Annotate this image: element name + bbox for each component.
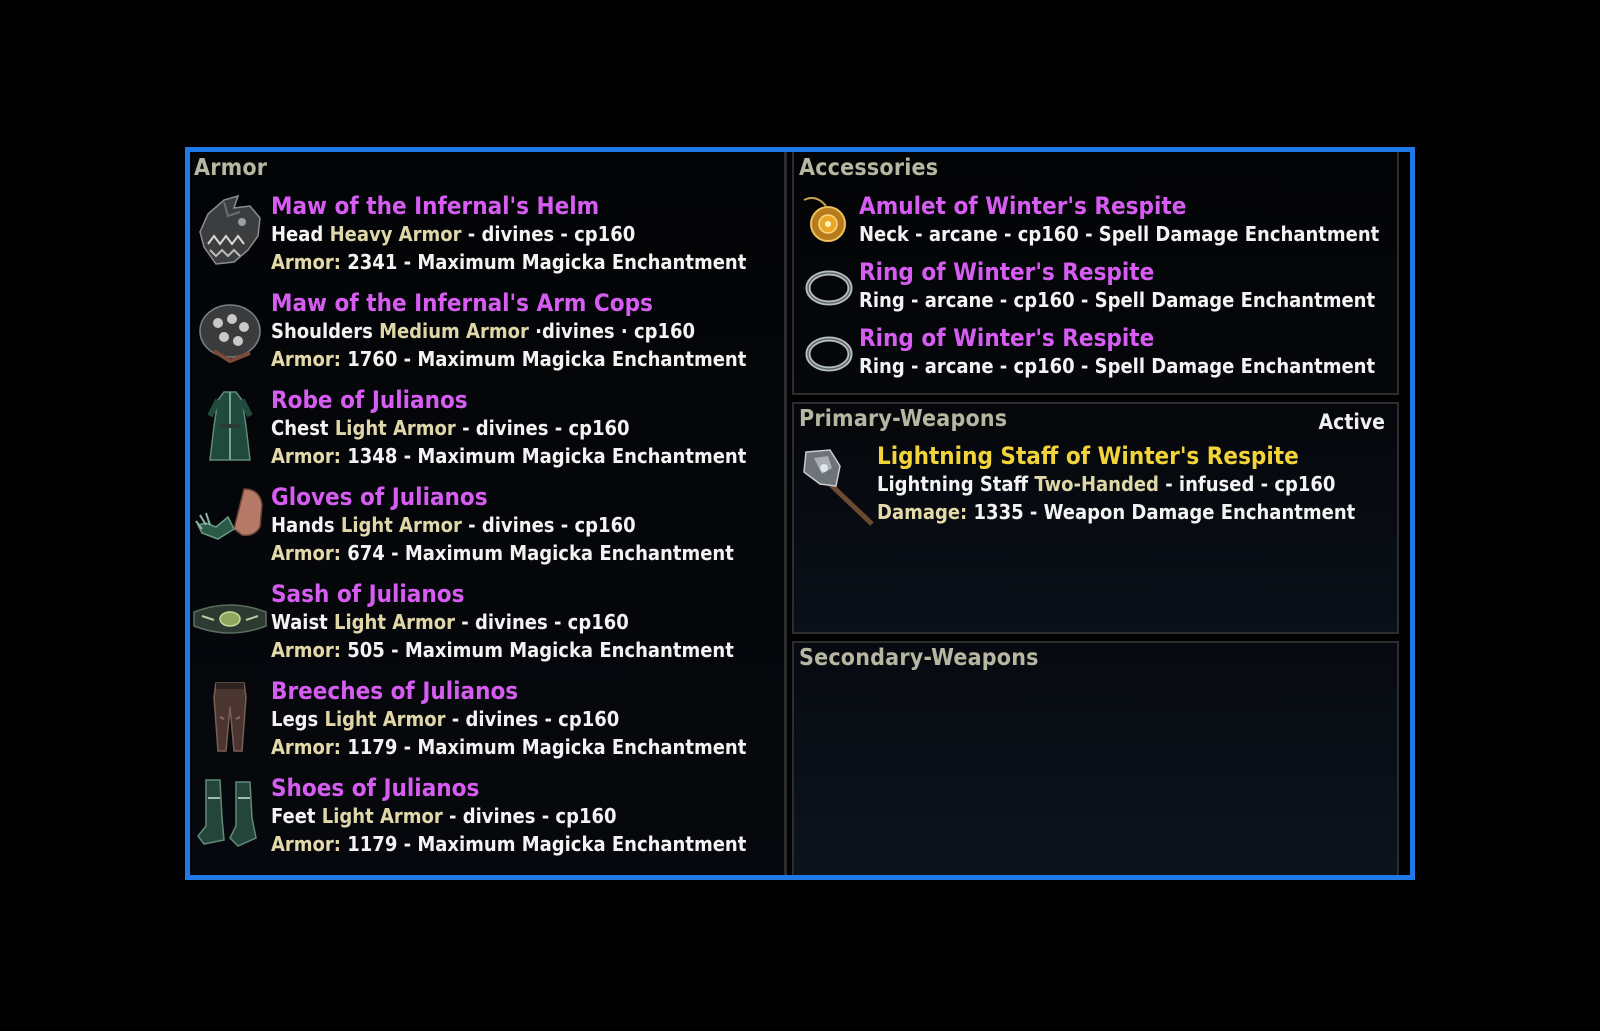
item-stat-text: 1179 - Maximum Magicka Enchantment — [347, 832, 747, 856]
item-stat-line: Armor: 674 - Maximum Magicka Enchantment — [271, 541, 734, 565]
armor-panel: Armor Maw of the Infernal's Helm Head He… — [190, 152, 787, 875]
robe-icon — [194, 386, 266, 466]
item-stat-line: Armor: 1760 - Maximum Magicka Enchantmen… — [271, 347, 746, 371]
item-type-line: Lightning Staff Two-Handed - infused - c… — [877, 472, 1335, 496]
item-name: Robe of Julianos — [271, 386, 468, 414]
item-stat-label: Armor: — [271, 444, 341, 468]
item-stat-label: Damage: — [877, 500, 968, 524]
item-stat-text: 1179 - Maximum Magicka Enchantment — [347, 735, 747, 759]
item-name: Amulet of Winter's Respite — [859, 192, 1187, 220]
item-weight: Light Armor — [334, 416, 456, 440]
secondary-weapons-panel: Secondary-Weapons — [792, 641, 1399, 875]
primary-weapons-panel: Primary-Weapons Active Lightning Staff o… — [792, 402, 1399, 634]
item-stat-line: Damage: 1335 - Weapon Damage Enchantment — [877, 500, 1355, 524]
item-stat-text: 505 - Maximum Magicka Enchantment — [347, 638, 734, 662]
shoes-icon — [194, 774, 266, 854]
item-slot: Chest — [271, 416, 329, 440]
armor-section-title: Armor — [194, 155, 268, 181]
item-weight: Medium Armor — [379, 319, 529, 343]
item-slot: Hands — [271, 513, 335, 537]
primary-weapons-section-title: Primary-Weapons — [799, 406, 1008, 432]
item-trait-cp: - divines - cp160 — [468, 513, 636, 537]
item-trait-cp: - divines - cp160 — [451, 707, 620, 731]
item-trait-cp: ·divines · cp160 — [535, 319, 696, 343]
secondary-weapons-section-title: Secondary-Weapons — [799, 645, 1039, 671]
item-stat-label: Armor: — [271, 250, 341, 274]
item-trait-cp: - divines - cp160 — [461, 610, 629, 634]
accessories-section-title: Accessories — [799, 155, 939, 181]
item-slot: Head — [271, 222, 324, 246]
item-weight: Light Armor — [340, 513, 462, 537]
item-stat-text: 1335 - Weapon Damage Enchantment — [973, 500, 1356, 524]
item-type-line: Head Heavy Armor - divines - cp160 — [271, 222, 635, 246]
item-type-line: Hands Light Armor - divines - cp160 — [271, 513, 636, 537]
item-trait-cp: - divines - cp160 — [449, 804, 617, 828]
accessories-panel: Accessories Amulet of Winter's Respite N… — [792, 152, 1399, 395]
item-name: Shoes of Julianos — [271, 774, 480, 802]
item-slot: Waist — [271, 610, 328, 634]
item-name: Maw of the Infernal's Arm Cops — [271, 289, 653, 317]
item-name: Sash of Julianos — [271, 580, 465, 608]
item-name: Breeches of Julianos — [271, 677, 519, 705]
item-stat-label: Armor: — [271, 541, 341, 565]
item-slot: Shoulders — [271, 319, 373, 343]
item-trait-cp: - infused - cp160 — [1165, 472, 1336, 496]
gloves-icon — [194, 483, 266, 563]
item-type-line: Feet Light Armor - divines - cp160 — [271, 804, 617, 828]
item-weight: Heavy Armor — [329, 222, 462, 246]
item-line: Ring - arcane - cp160 - Spell Damage Enc… — [859, 288, 1376, 312]
item-stat-line: Armor: 1179 - Maximum Magicka Enchantmen… — [271, 832, 746, 856]
item-stat-label: Armor: — [271, 347, 341, 371]
item-weight: Light Armor — [324, 707, 446, 731]
item-name: Gloves of Julianos — [271, 483, 488, 511]
item-stat-text: 2341 - Maximum Magicka Enchantment — [347, 250, 747, 274]
item-handedness: Two-Handed — [1034, 472, 1159, 496]
equipment-frame: Armor Maw of the Infernal's Helm Head He… — [185, 147, 1415, 880]
item-stat-label: Armor: — [271, 832, 341, 856]
breeches-icon — [194, 677, 266, 757]
item-line: Neck - arcane - cp160 - Spell Damage Enc… — [859, 222, 1380, 246]
item-stat-text: 1760 - Maximum Magicka Enchantment — [347, 347, 747, 371]
sash-icon — [192, 580, 267, 660]
item-stat-line: Armor: 505 - Maximum Magicka Enchantment — [271, 638, 734, 662]
item-name: Ring of Winter's Respite — [859, 324, 1155, 352]
item-stat-label: Armor: — [271, 638, 341, 662]
item-stat-text: 674 - Maximum Magicka Enchantment — [347, 541, 734, 565]
item-name: Lightning Staff of Winter's Respite — [877, 442, 1299, 470]
amulet-icon — [796, 192, 856, 252]
item-type-line: Chest Light Armor - divines - cp160 — [271, 416, 630, 440]
item-weight: Light Armor — [334, 610, 456, 634]
item-name: Ring of Winter's Respite — [859, 258, 1155, 286]
helm-icon — [194, 192, 266, 272]
item-weapon-type: Lightning Staff — [877, 472, 1029, 496]
shoulder-icon — [194, 289, 266, 369]
item-stat-line: Armor: 1179 - Maximum Magicka Enchantmen… — [271, 735, 746, 759]
item-type-line: Waist Light Armor - divines - cp160 — [271, 610, 629, 634]
item-line: Ring - arcane - cp160 - Spell Damage Enc… — [859, 354, 1376, 378]
item-weight: Light Armor — [321, 804, 443, 828]
item-slot: Legs — [271, 707, 319, 731]
item-stat-text: 1348 - Maximum Magicka Enchantment — [347, 444, 747, 468]
ring-icon — [802, 326, 856, 380]
item-stat-line: Armor: 1348 - Maximum Magicka Enchantmen… — [271, 444, 746, 468]
item-trait-cp: - divines - cp160 — [467, 222, 636, 246]
item-type-line: Legs Light Armor - divines - cp160 — [271, 707, 619, 731]
lightning-staff-icon — [800, 446, 876, 526]
item-slot: Feet — [271, 804, 316, 828]
item-name: Maw of the Infernal's Helm — [271, 192, 600, 220]
item-stat-line: Armor: 2341 - Maximum Magicka Enchantmen… — [271, 250, 746, 274]
ring-icon — [802, 260, 856, 314]
item-stat-label: Armor: — [271, 735, 341, 759]
item-trait-cp: - divines - cp160 — [462, 416, 630, 440]
item-type-line: Shoulders Medium Armor ·divines · cp160 — [271, 319, 695, 343]
active-status-label: Active — [1318, 410, 1385, 434]
